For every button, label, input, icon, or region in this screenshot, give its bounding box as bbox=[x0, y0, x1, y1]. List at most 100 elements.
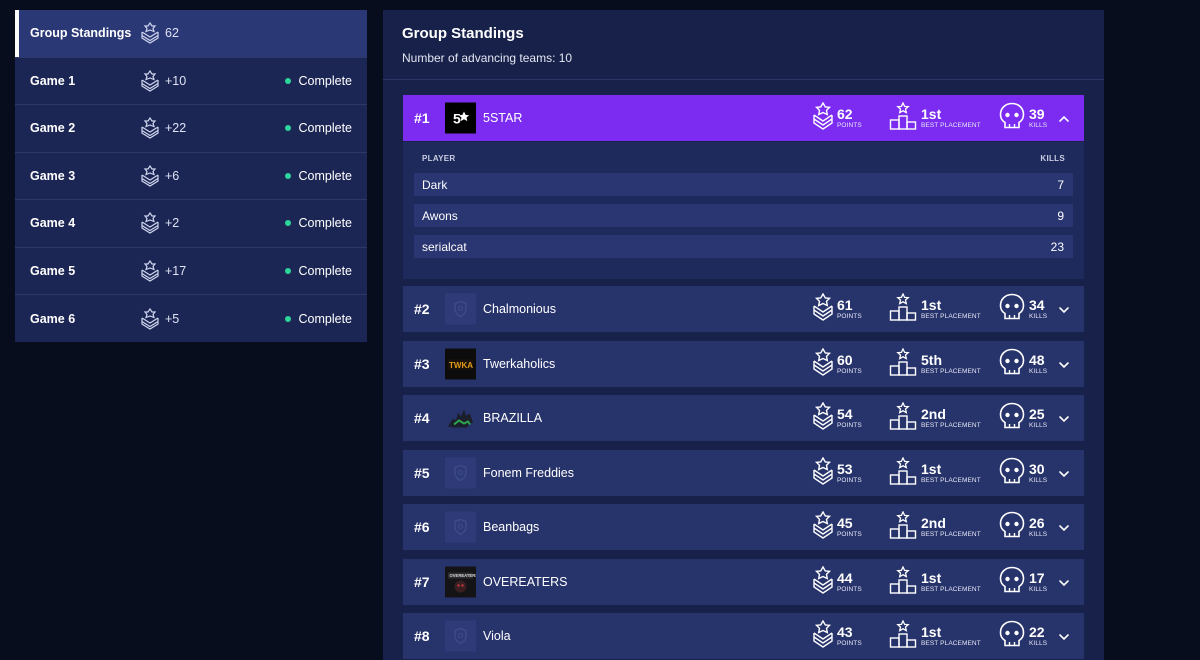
chevron-up-icon[interactable] bbox=[1058, 112, 1070, 124]
kills-value: 17 bbox=[1029, 569, 1045, 586]
team-player-list: PLAYER KILLS Dark 7 Awons 9 serialcat 23 bbox=[403, 142, 1084, 279]
sidebar-item-label: Group Standings bbox=[30, 26, 132, 41]
team-row[interactable]: #4 BRAZILLA 54 POINTS 2nd BEST PLACEMENT 25 KIL… bbox=[403, 395, 1084, 441]
podium-icon bbox=[889, 100, 917, 135]
team-logo-icon: TWKA bbox=[445, 348, 476, 380]
svg-text:OVEREATERS: OVEREATERS bbox=[450, 573, 477, 578]
sidebar-item-group-standings[interactable]: Group Standings 62 bbox=[15, 10, 367, 58]
player-column-header: PLAYER bbox=[422, 154, 456, 163]
kills-value: 34 bbox=[1029, 296, 1045, 313]
kills-value: 25 bbox=[1029, 405, 1045, 422]
status-dot-icon bbox=[284, 267, 291, 274]
points-stat: 44 POINTS bbox=[813, 565, 862, 599]
chevron-down-icon[interactable] bbox=[1058, 576, 1070, 588]
placement-stat: 2nd BEST PLACEMENT bbox=[889, 400, 981, 435]
kills-value: 22 bbox=[1029, 623, 1045, 640]
status-dot-icon bbox=[284, 172, 291, 179]
chevron-down-icon[interactable] bbox=[1058, 467, 1070, 479]
status-label: Complete bbox=[298, 73, 353, 88]
chevron-down-icon[interactable] bbox=[1058, 521, 1070, 533]
rank-chevron-icon bbox=[141, 259, 159, 282]
team-logo-icon bbox=[445, 457, 476, 489]
team-row[interactable]: #5 Fonem Freddies 53 POINTS 1st BEST PLACEMEN… bbox=[403, 450, 1084, 496]
panel-header: Group Standings Number of advancing team… bbox=[383, 10, 1104, 80]
team-row[interactable]: #1 5 5STAR 62 POINTS 1st BEST PLACEMENT 39 KILLS bbox=[403, 95, 1084, 141]
kills-label: KILLS bbox=[1029, 367, 1048, 375]
points-stat: 43 POINTS bbox=[813, 619, 862, 653]
sidebar-item-label: Game 1 bbox=[30, 73, 76, 88]
podium-icon bbox=[889, 400, 917, 435]
team-logo-icon bbox=[445, 511, 476, 543]
podium-icon bbox=[889, 291, 917, 326]
team-row[interactable]: #7 OVEREATERS OVEREATERS 44 POINTS 1st BEST PL… bbox=[403, 559, 1084, 605]
sidebar-item-game-3[interactable]: Game 3 +6 Complete bbox=[15, 153, 367, 200]
points-label: POINTS bbox=[837, 476, 862, 484]
sidebar-item-points: +6 bbox=[165, 168, 180, 183]
player-row: Dark 7 bbox=[414, 173, 1073, 196]
rank-chevron-icon bbox=[141, 117, 159, 139]
team-name: Chalmonious bbox=[483, 302, 556, 316]
team-rank: #8 bbox=[414, 628, 430, 644]
points-value: 44 bbox=[837, 569, 853, 586]
rank-chevron-icon bbox=[141, 22, 159, 44]
status-label: Complete bbox=[298, 216, 353, 231]
points-medal-icon bbox=[813, 619, 833, 653]
placement-value: 5th bbox=[921, 351, 942, 368]
kills-label: KILLS bbox=[1029, 530, 1048, 538]
sidebar-item-game-5[interactable]: Game 5 +17 Complete bbox=[15, 248, 367, 295]
team-row[interactable]: #8 Viola 43 POINTS 1st BEST PLACEMENT 22 KILLS bbox=[403, 613, 1084, 659]
rank-chevron-icon bbox=[141, 307, 159, 330]
player-row: Awons 9 bbox=[414, 204, 1073, 227]
placement-label: BEST PLACEMENT bbox=[921, 121, 981, 129]
kills-stat: 17 KILLS bbox=[999, 566, 1047, 599]
placement-stat: 5th BEST PLACEMENT bbox=[889, 346, 981, 381]
points-medal-icon bbox=[813, 292, 833, 326]
sidebar-item-game-6[interactable]: Game 6 +5 Complete bbox=[15, 295, 367, 343]
sidebar-item-label: Game 4 bbox=[30, 216, 76, 231]
status-dot-icon bbox=[284, 220, 291, 227]
chevron-down-icon[interactable] bbox=[1058, 303, 1070, 315]
points-label: POINTS bbox=[837, 121, 862, 129]
status-dot-icon bbox=[284, 125, 291, 132]
svg-text:5: 5 bbox=[453, 111, 461, 127]
team-name: Beanbags bbox=[483, 520, 540, 534]
sidebar-item-game-4[interactable]: Game 4 +2 Complete bbox=[15, 200, 367, 248]
placement-label: BEST PLACEMENT bbox=[921, 367, 981, 375]
kills-value: 39 bbox=[1029, 105, 1045, 122]
points-stat: 54 POINTS bbox=[813, 401, 862, 435]
placement-value: 1st bbox=[921, 460, 942, 477]
sidebar-item-label: Game 5 bbox=[30, 263, 76, 278]
chevron-down-icon[interactable] bbox=[1058, 630, 1070, 642]
team-row[interactable]: #6 Beanbags 45 POINTS 2nd BEST PLACEMENT 26 KIL… bbox=[403, 504, 1084, 550]
team-rank: #3 bbox=[414, 356, 430, 372]
team-rank: #2 bbox=[414, 301, 430, 317]
team-logo-icon bbox=[445, 402, 476, 434]
team-name: Fonem Freddies bbox=[483, 466, 575, 480]
chevron-down-icon[interactable] bbox=[1058, 358, 1070, 370]
team-name: BRAZILLA bbox=[483, 411, 543, 425]
points-medal-icon bbox=[813, 101, 833, 135]
placement-stat: 1st BEST PLACEMENT bbox=[889, 564, 981, 599]
points-value: 43 bbox=[837, 623, 853, 640]
team-name: Viola bbox=[483, 629, 511, 643]
sidebar-item-game-1[interactable]: Game 1 +10 Complete bbox=[15, 58, 367, 105]
sidebar-item-points: 62 bbox=[165, 26, 179, 41]
player-row: serialcat 23 bbox=[414, 235, 1073, 258]
placement-stat: 1st BEST PLACEMENT bbox=[889, 291, 981, 326]
points-stat: 53 POINTS bbox=[813, 456, 862, 490]
skull-icon bbox=[999, 457, 1025, 490]
team-row[interactable]: #3 TWKA Twerkaholics 60 POINTS 5th BEST PLACEM… bbox=[403, 341, 1084, 387]
team-logo-icon: 5 bbox=[445, 102, 476, 134]
points-medal-icon bbox=[813, 510, 833, 544]
chevron-down-icon[interactable] bbox=[1058, 412, 1070, 424]
skull-icon bbox=[999, 293, 1025, 326]
kills-stat: 30 KILLS bbox=[999, 457, 1047, 490]
points-value: 54 bbox=[837, 405, 853, 422]
status-dot-icon bbox=[284, 77, 291, 84]
team-row[interactable]: #2 Chalmonious 61 POINTS 1st BEST PLACEMENT 34… bbox=[403, 286, 1084, 332]
standings-panel: Group Standings Number of advancing team… bbox=[383, 10, 1104, 660]
kills-stat: 39 KILLS bbox=[999, 102, 1047, 135]
player-kills: 23 bbox=[1050, 239, 1064, 254]
status-badge: Complete bbox=[284, 121, 352, 135]
sidebar-item-game-2[interactable]: Game 2 +22 Complete bbox=[15, 105, 367, 153]
